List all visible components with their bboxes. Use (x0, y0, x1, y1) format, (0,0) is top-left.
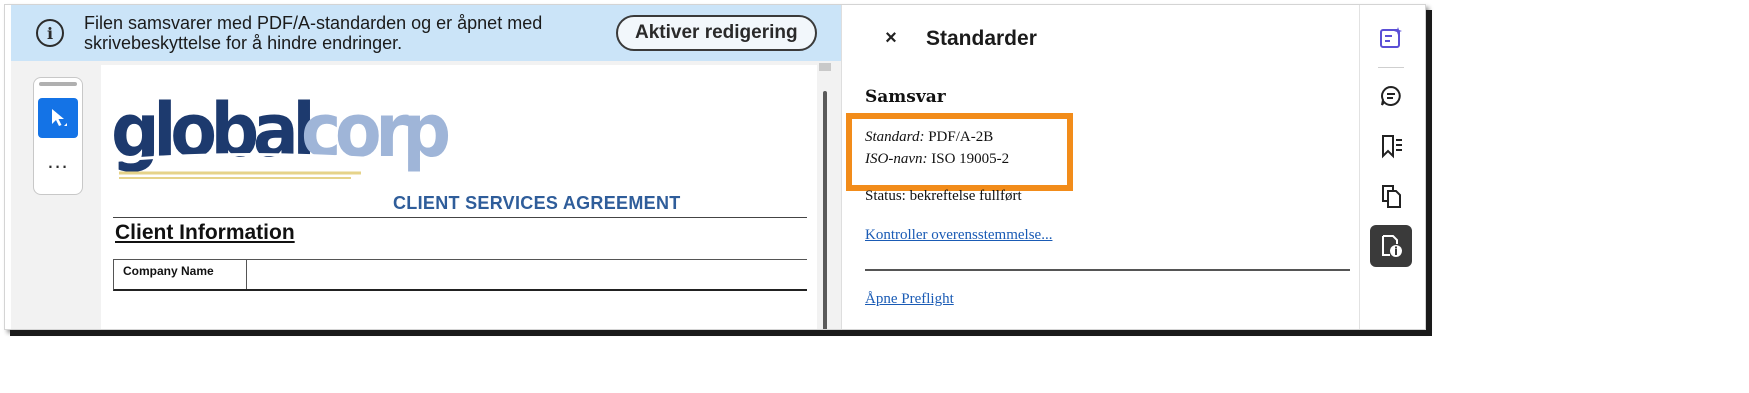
rail-copy-pages-button[interactable] (1370, 175, 1412, 217)
banner-line-2: skrivebeskyttelse for å hindre endringer… (84, 33, 403, 53)
pdf-page: global corp CLIENT SERVICES AGREEMENT Cl… (101, 65, 817, 329)
logo-swoosh-graphic (111, 152, 380, 179)
verify-conformance-link[interactable]: Kontroller overensstemmelse... (865, 227, 1052, 244)
comment-icon (1381, 85, 1401, 106)
close-panel-button[interactable]: × (880, 27, 902, 49)
iso-line: ISO-navn: ISO 19005-2 (865, 151, 1009, 168)
document-rule (113, 217, 807, 218)
readonly-banner: i Filen samsvarer med PDF/A-standarden o… (11, 5, 841, 61)
rail-standards-button[interactable] (1370, 225, 1412, 267)
panel-divider (865, 269, 1350, 271)
open-preflight-link[interactable]: Åpne Preflight (865, 291, 954, 308)
panel-title: Standarder (926, 27, 1037, 50)
document-viewer: ... global corp CLIENT SERVICES AGREEMEN… (11, 61, 841, 329)
right-tool-rail (1359, 5, 1425, 329)
cursor-arrow-icon (52, 109, 67, 126)
standard-label: Standard: (865, 129, 925, 145)
enable-editing-button[interactable]: Aktiver redigering (616, 15, 817, 51)
copy-pages-icon (1382, 185, 1401, 208)
standards-panel: × Standarder Samsvar Standard: PDF/A-2B … (841, 5, 1360, 329)
iso-value: ISO 19005-2 (931, 151, 1010, 167)
status-text: Status: bekreftelse fullført (865, 188, 1022, 204)
standard-value: PDF/A-2B (928, 129, 994, 145)
toolbar-drag-handle[interactable] (39, 82, 77, 86)
section-heading: Client Information (115, 221, 295, 244)
floating-toolbar: ... (33, 77, 83, 195)
rail-edit-sparkle-button[interactable] (1370, 17, 1412, 59)
edit-sparkle-icon (1380, 27, 1402, 48)
info-icon: i (36, 19, 64, 47)
conformance-heading: Samsvar (865, 87, 946, 107)
client-info-table: Company Name (113, 259, 807, 291)
standard-line: Standard: PDF/A-2B (865, 129, 993, 146)
more-tools-button[interactable]: ... (38, 150, 78, 178)
rail-separator (1378, 67, 1404, 68)
iso-label: ISO-navn: (865, 151, 928, 167)
banner-message: Filen samsvarer med PDF/A-standarden og … (84, 13, 604, 53)
bookmark-icon (1382, 135, 1402, 159)
rail-bookmark-button[interactable] (1370, 125, 1412, 167)
rail-comment-button[interactable] (1370, 75, 1412, 117)
table-header-cell: Company Name (114, 260, 247, 289)
scroll-up-arrow[interactable] (819, 63, 831, 71)
agreement-title: CLIENT SERVICES AGREEMENT (393, 193, 681, 213)
standards-info-icon (1382, 235, 1402, 257)
document-scrollbar-thumb[interactable] (823, 91, 827, 329)
banner-line-1: Filen samsvarer med PDF/A-standarden og … (84, 13, 543, 33)
select-tool-button[interactable] (38, 98, 78, 138)
app-window: i Filen samsvarer med PDF/A-standarden o… (4, 4, 1426, 330)
